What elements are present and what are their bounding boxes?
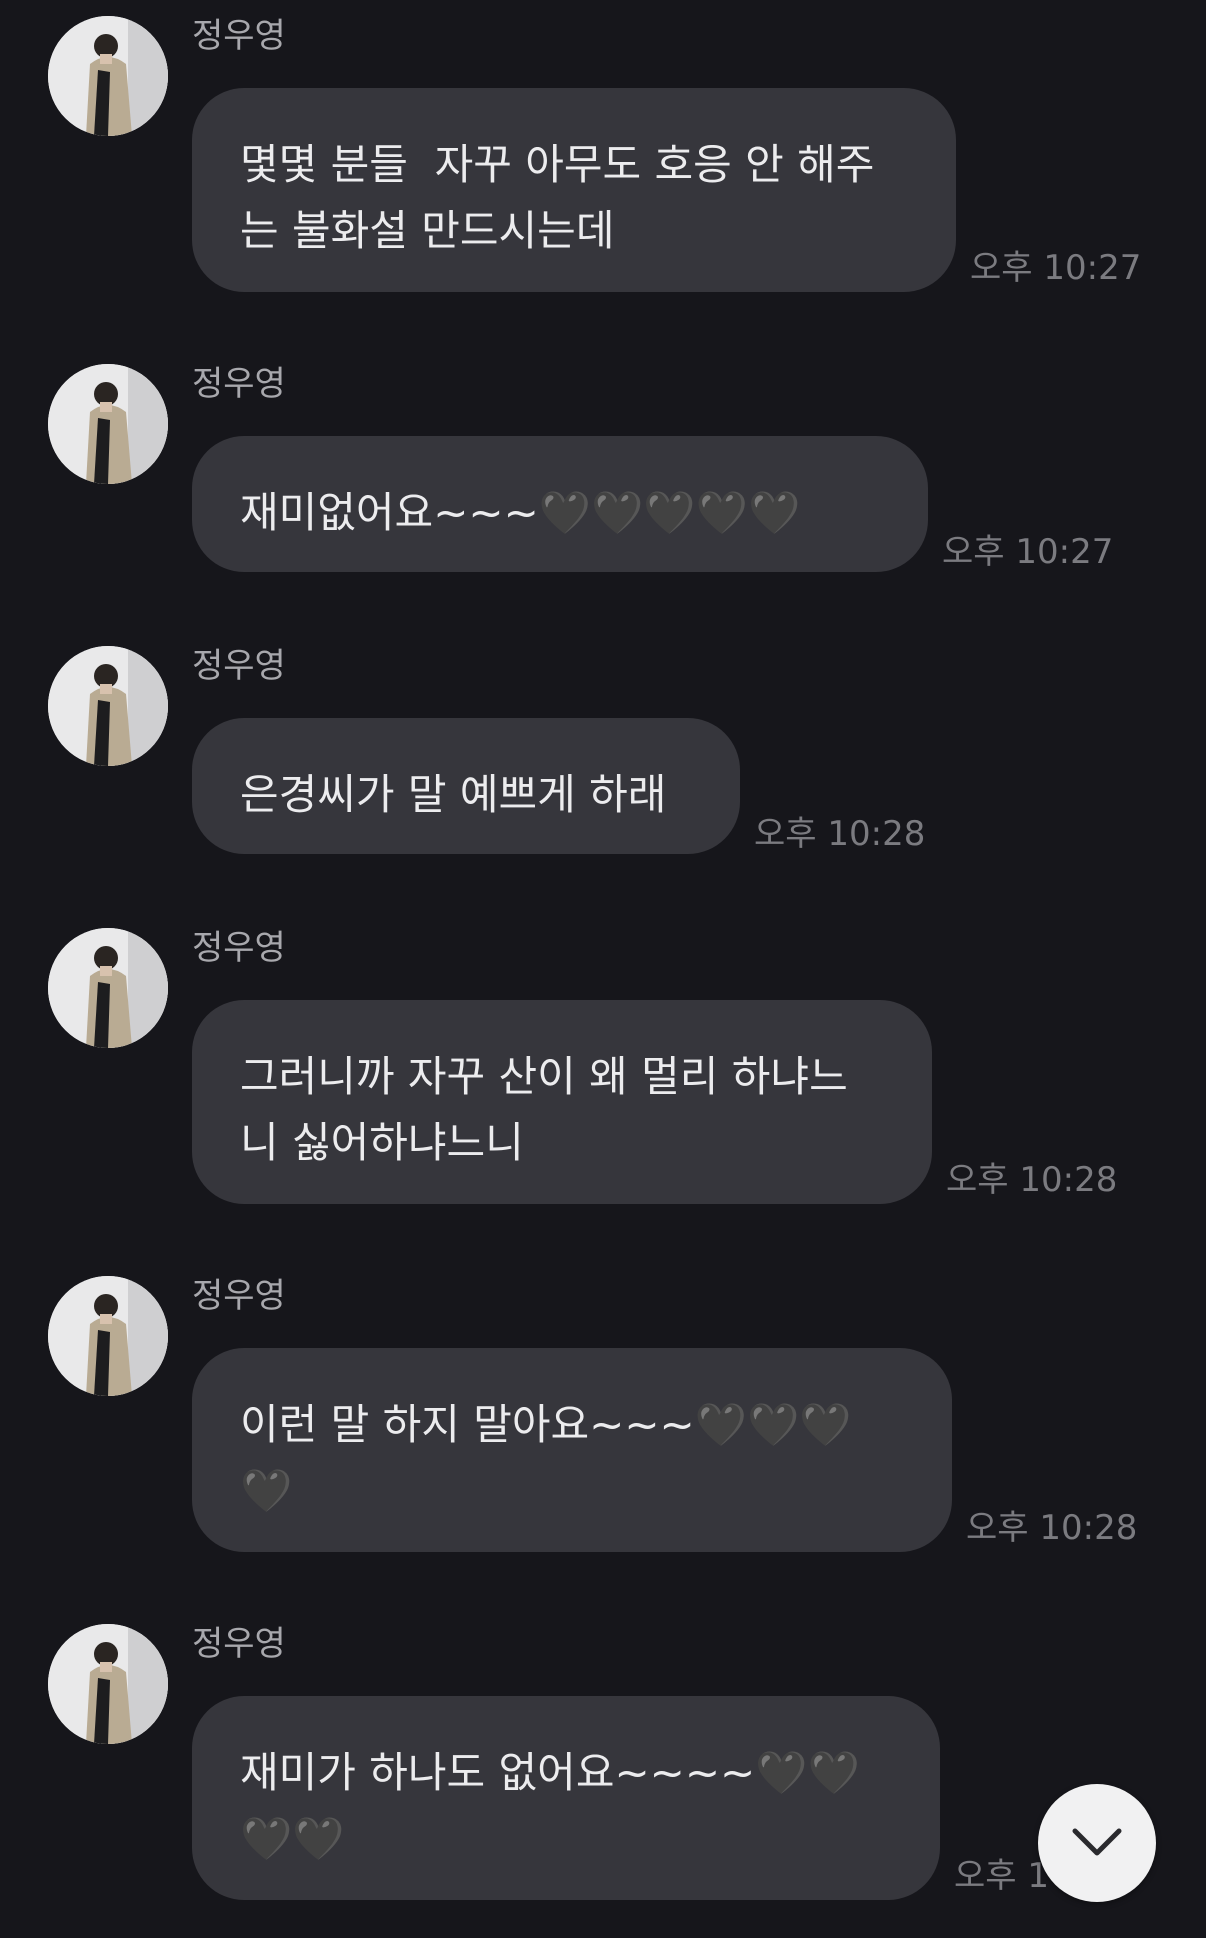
- avatar-photo: [48, 646, 168, 766]
- message-bubble[interactable]: 몇몇 분들 자꾸 아무도 호응 안 해주 는 불화설 만드시는데: [192, 88, 956, 292]
- scroll-to-bottom-button[interactable]: [1038, 1784, 1156, 1902]
- sender-name: 정우영: [192, 16, 286, 56]
- avatar[interactable]: [48, 364, 168, 484]
- avatar-photo: [48, 16, 168, 136]
- message-time: 오후 10:27: [942, 532, 1114, 572]
- avatar-photo: [48, 928, 168, 1048]
- chat-list[interactable]: 정우영 몇몇 분들 자꾸 아무도 호응 안 해주 는 불화설 만드시는데 오후 …: [0, 0, 1206, 1938]
- message-bubble[interactable]: 은경씨가 말 예쁘게 하래: [192, 718, 740, 854]
- message-time: 오후 10:28: [966, 1508, 1138, 1548]
- message-bubble[interactable]: 재미없어요~~~🖤🖤🖤🖤🖤: [192, 436, 928, 572]
- message-time: 오후 10:28: [946, 1160, 1118, 1200]
- sender-name: 정우영: [192, 1276, 286, 1316]
- sender-name: 정우영: [192, 364, 286, 404]
- message-time: 오후 1: [954, 1856, 1049, 1896]
- message-bubble[interactable]: 이런 말 하지 말아요~~~🖤🖤🖤 🖤: [192, 1348, 952, 1552]
- avatar-photo: [48, 364, 168, 484]
- avatar[interactable]: [48, 16, 168, 136]
- avatar-photo: [48, 1276, 168, 1396]
- message-time: 오후 10:27: [970, 248, 1142, 288]
- message-bubble[interactable]: 그러니까 자꾸 산이 왜 멀리 하냐느 니 싫어하냐느니: [192, 1000, 932, 1204]
- avatar[interactable]: [48, 1276, 168, 1396]
- sender-name: 정우영: [192, 646, 286, 686]
- sender-name: 정우영: [192, 1624, 286, 1664]
- message-bubble[interactable]: 재미가 하나도 없어요~~~~🖤🖤 🖤🖤: [192, 1696, 940, 1900]
- avatar[interactable]: [48, 646, 168, 766]
- avatar[interactable]: [48, 928, 168, 1048]
- chevron-down-icon: [1069, 1823, 1125, 1863]
- sender-name: 정우영: [192, 928, 286, 968]
- message-time: 오후 10:28: [754, 814, 926, 854]
- avatar-photo: [48, 1624, 168, 1744]
- avatar[interactable]: [48, 1624, 168, 1744]
